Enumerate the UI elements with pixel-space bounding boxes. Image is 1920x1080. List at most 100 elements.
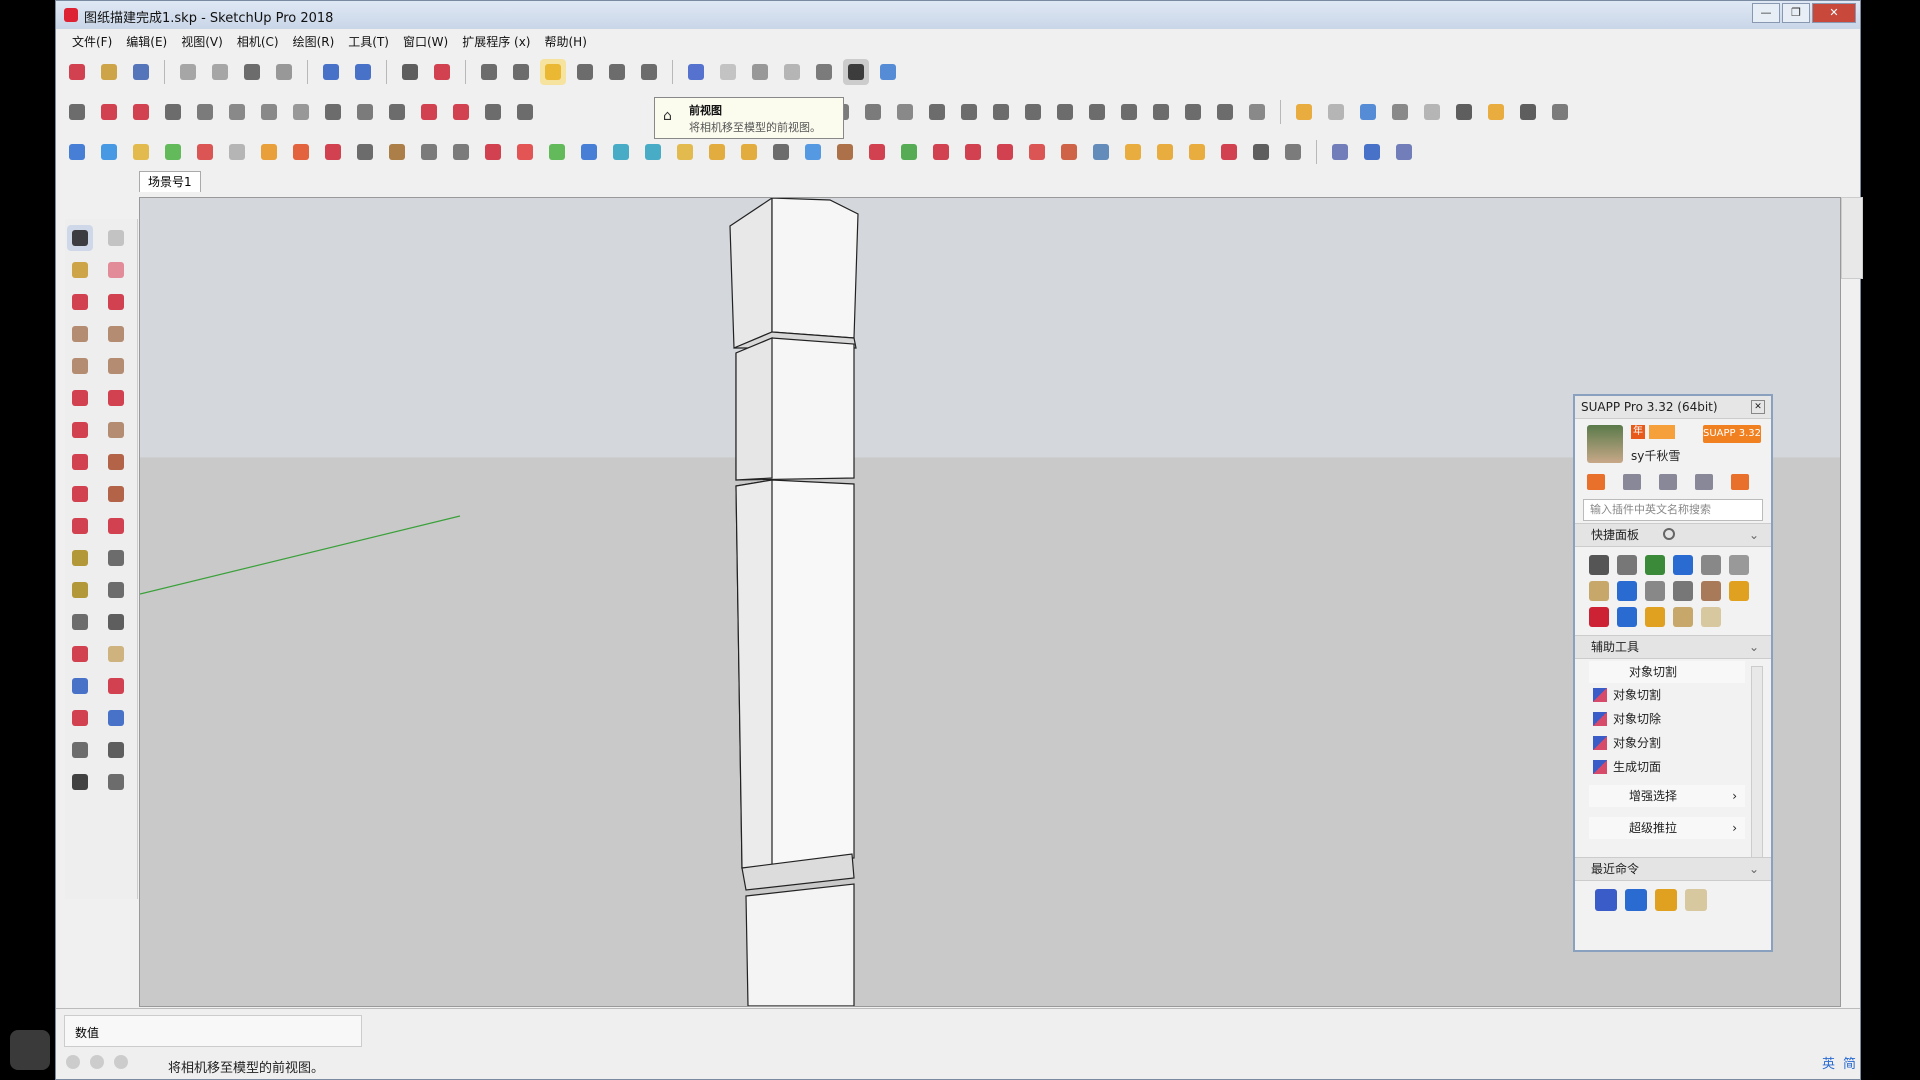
tool-icon[interactable] [416,139,442,165]
tool-icon[interactable] [448,139,474,165]
scene-tab[interactable]: 场景号1 [139,171,201,192]
tool-icon[interactable] [1052,99,1078,125]
follow-me-icon[interactable] [103,481,129,507]
tool-icon[interactable] [1152,139,1178,165]
tool-icon[interactable] [544,139,570,165]
tool-icon[interactable] [1244,99,1270,125]
tool-icon[interactable] [96,99,122,125]
user-icon[interactable] [114,1055,128,1069]
tool-icon[interactable] [1483,99,1509,125]
back-view-icon[interactable] [604,59,630,85]
polygon-icon[interactable] [103,353,129,379]
position-camera-icon[interactable] [67,737,93,763]
menu-item[interactable]: 对象分割 [1575,731,1745,755]
text-icon[interactable] [103,577,129,603]
gear-icon[interactable] [1663,528,1675,540]
tool-icon[interactable] [416,99,442,125]
tool-icon[interactable] [320,99,346,125]
tool-icon[interactable] [864,139,890,165]
tool-icon[interactable] [1280,139,1306,165]
plugin-icon[interactable] [1729,555,1749,575]
tool-icon[interactable] [352,99,378,125]
submenu-enhance-select[interactable]: 增强选择 › [1589,785,1745,807]
tool-icon[interactable] [160,99,186,125]
tool-icon[interactable] [96,139,122,165]
menu-tools[interactable]: 工具(T) [342,30,395,52]
undo-icon[interactable] [318,59,344,85]
tool-icon[interactable] [128,139,154,165]
zoom-extents-icon[interactable] [67,705,93,731]
tool-icon[interactable] [988,99,1014,125]
right-view-icon[interactable] [572,59,598,85]
plugin-search-input[interactable]: 输入插件中英文名称搜索 [1583,499,1763,521]
recent-commands-header[interactable]: 最近命令 ⌄ [1575,857,1771,881]
recent-command-icon[interactable] [1655,889,1677,911]
menu-item[interactable]: 对象切除 [1575,707,1745,731]
tool-icon[interactable] [512,99,538,125]
tool-icon[interactable] [384,99,410,125]
quick-panel-header[interactable]: 快捷面板 ⌄ [1575,523,1771,547]
component-icon[interactable] [103,225,129,251]
list-icon[interactable] [1731,474,1749,490]
offset-icon[interactable] [103,513,129,539]
tool-icon[interactable] [448,99,474,125]
aux-tools-header[interactable]: 辅助工具 ⌄ [1575,635,1771,659]
tool-icon[interactable] [800,139,826,165]
scale-icon[interactable] [67,513,93,539]
plugin-icon[interactable] [1617,581,1637,601]
iso-view-icon[interactable] [476,59,502,85]
plugin-icon[interactable] [1645,607,1665,627]
tool-icon[interactable] [320,139,346,165]
tape-measure-icon[interactable] [67,545,93,571]
tool-icon[interactable] [1248,139,1274,165]
menu-help[interactable]: 帮助(H) [538,30,592,52]
orbit-icon[interactable] [67,641,93,667]
plugin-icon[interactable] [1589,607,1609,627]
tool-icon[interactable] [576,139,602,165]
pencil-icon[interactable] [67,289,93,315]
section-plane-icon[interactable] [103,769,129,795]
arc-icon[interactable] [67,385,93,411]
avatar[interactable] [1587,425,1623,463]
plugin-icon[interactable] [1617,555,1637,575]
plugin-icon[interactable] [1589,555,1609,575]
tool-icon[interactable] [1515,99,1541,125]
tool-icon[interactable] [384,139,410,165]
3d-text-icon[interactable] [103,609,129,635]
print-icon[interactable] [397,59,423,85]
two-point-arc-icon[interactable] [103,385,129,411]
tool-icon[interactable] [860,99,886,125]
tool-icon[interactable] [1184,139,1210,165]
tool-icon[interactable] [128,99,154,125]
pan-icon[interactable] [103,641,129,667]
rotated-rectangle-icon[interactable] [103,321,129,347]
tool-icon[interactable] [1419,99,1445,125]
tool-icon[interactable] [1391,139,1417,165]
tool-icon[interactable] [1359,139,1385,165]
plugin-icon[interactable] [1701,581,1721,601]
suapp-version-button[interactable]: SUAPP 3.32 [1703,425,1761,443]
tool-icon[interactable] [1020,99,1046,125]
select-icon[interactable] [67,225,93,251]
tool-icon[interactable] [892,99,918,125]
left-view-icon[interactable] [636,59,662,85]
tool-icon[interactable] [160,139,186,165]
plugin-icon[interactable] [1645,581,1665,601]
tool-icon[interactable] [64,139,90,165]
axes-icon[interactable] [67,609,93,635]
tool-icon[interactable] [192,99,218,125]
tool-icon[interactable] [1180,99,1206,125]
tool-icon[interactable] [704,139,730,165]
hidden-line-icon[interactable] [779,59,805,85]
plugin-icon[interactable] [1589,581,1609,601]
model-info-icon[interactable] [429,59,455,85]
tool-icon[interactable] [192,139,218,165]
erase-icon[interactable] [271,59,297,85]
tool-icon[interactable] [256,139,282,165]
eraser-icon[interactable] [103,257,129,283]
tool-icon[interactable] [1084,99,1110,125]
copy-icon[interactable] [207,59,233,85]
plugin-icon[interactable] [1673,581,1693,601]
zoom-icon[interactable] [67,673,93,699]
maximize-button[interactable]: ❐ [1782,3,1810,23]
